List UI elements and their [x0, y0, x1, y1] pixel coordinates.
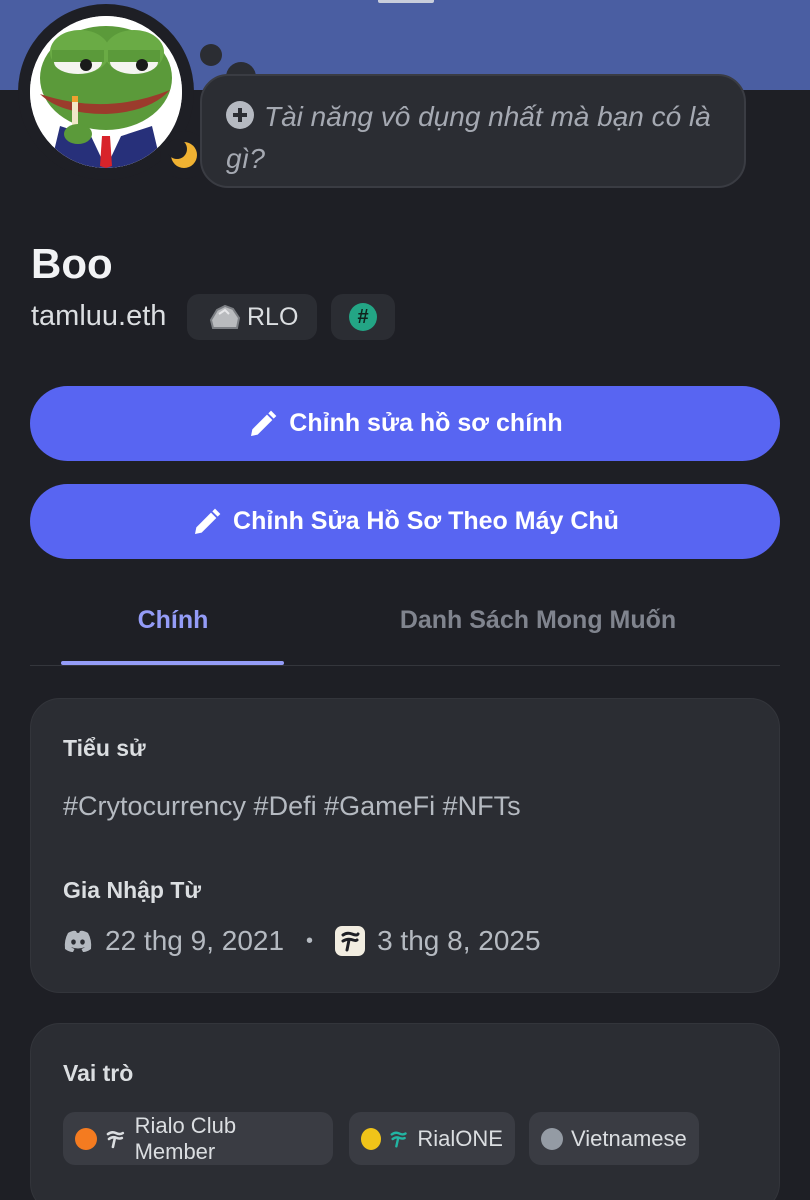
member-since-row: 22 thg 9, 2021 • 3 thg 8, 2025 — [63, 925, 541, 957]
roles-heading: Vai trò — [63, 1060, 134, 1086]
edit-main-profile-label: Chỉnh sửa hồ sơ chính — [289, 409, 563, 437]
server-icon — [335, 926, 366, 956]
display-name: Boo — [31, 240, 113, 287]
member-since-heading: Gia Nhập Từ — [63, 877, 202, 903]
idle-moon-icon — [168, 139, 197, 168]
server-tag-rlo[interactable]: RLO — [187, 294, 317, 340]
add-status-icon — [226, 101, 254, 129]
drag-handle[interactable] — [378, 0, 434, 3]
pencil-icon — [251, 410, 277, 436]
tab-divider — [30, 665, 780, 666]
rialo-logo-icon — [390, 1131, 407, 1148]
edit-server-profile-label: Chỉnh Sửa Hồ Sơ Theo Máy Chủ — [233, 507, 619, 535]
tab-main[interactable]: Chính — [62, 606, 284, 635]
bio-heading: Tiểu sử — [63, 735, 146, 761]
discord-join-date: 22 thg 9, 2021 — [105, 925, 285, 956]
role-color-dot — [361, 1127, 382, 1150]
rialo-logo-icon — [106, 1130, 124, 1148]
role-color-dot — [75, 1127, 97, 1150]
status-prompt-text: Tài năng vô dụng nhất mà bạn có là gì? — [226, 101, 711, 174]
role-name: RialONE — [417, 1125, 503, 1151]
custom-status-bubble[interactable]: Tài năng vô dụng nhất mà bạn có là gì? — [200, 74, 746, 188]
pepe-avatar-image — [30, 16, 182, 168]
pencil-icon — [195, 508, 221, 534]
avatar — [30, 16, 182, 168]
avatar-container[interactable] — [18, 4, 208, 180]
hashtag-icon: # — [349, 303, 377, 331]
date-separator: • — [306, 929, 314, 952]
thought-bubble-dot-small — [200, 44, 222, 66]
bio-text: #Crytocurrency #Defi #GameFi #NFTs — [63, 791, 521, 821]
edit-server-profile-button[interactable]: Chỉnh Sửa Hồ Sơ Theo Máy Chủ — [30, 484, 780, 559]
server-tag-label: RLO — [247, 302, 299, 331]
role-vietnamese[interactable]: Vietnamese — [529, 1112, 699, 1165]
rock-icon — [209, 304, 241, 329]
tab-wishlist[interactable]: Danh Sách Mong Muốn — [360, 606, 716, 635]
username: tamluu.eth — [31, 300, 167, 332]
role-rialo-club-member[interactable]: Rialo Club Member — [63, 1112, 333, 1165]
role-color-dot — [541, 1127, 563, 1150]
roles-card: Vai trò Rialo Club Member RialONE Vietna… — [30, 1023, 780, 1200]
role-name: Rialo Club Member — [134, 1112, 237, 1164]
server-join-date: 3 thg 8, 2025 — [377, 925, 541, 956]
edit-main-profile-button[interactable]: Chỉnh sửa hồ sơ chính — [30, 386, 780, 461]
discord-logo-icon — [64, 930, 92, 952]
about-card: Tiểu sử #Crytocurrency #Defi #GameFi #NF… — [30, 698, 780, 993]
role-name: Vietnamese — [571, 1125, 687, 1151]
rialo-logo-icon — [341, 931, 360, 952]
role-rialone[interactable]: RialONE — [349, 1112, 515, 1165]
hashtag-badge[interactable]: # — [331, 294, 395, 340]
